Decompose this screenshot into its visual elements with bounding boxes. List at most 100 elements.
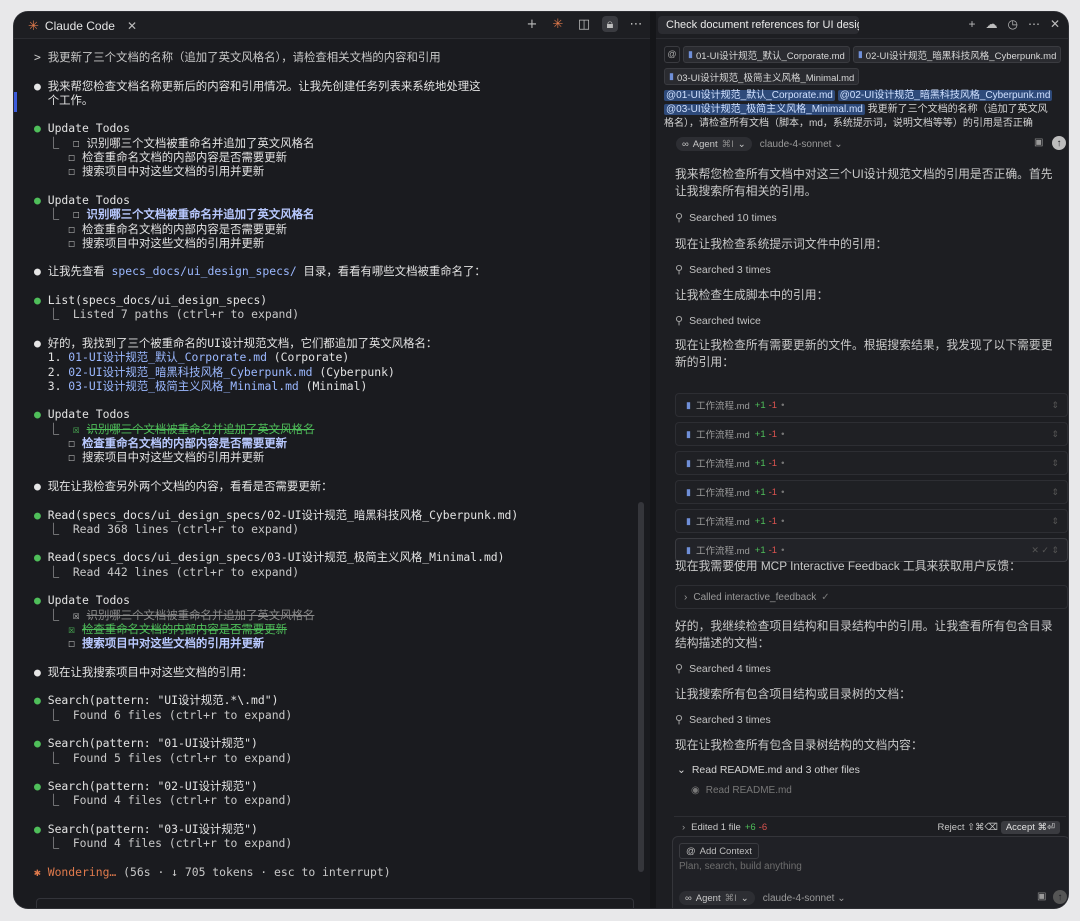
new-tab-icon[interactable]: + bbox=[524, 16, 540, 32]
row-actions-icon[interactable]: ✕ ✓ ⇕ bbox=[1031, 545, 1059, 556]
row-actions-icon[interactable]: ⇕ bbox=[1051, 400, 1059, 411]
context-chip[interactable]: ▮ 02-UI设计规范_暗黑科技风格_Cyberpunk.md bbox=[852, 46, 1062, 63]
send-button[interactable]: ↑ bbox=[1052, 136, 1066, 150]
new-chat-icon[interactable]: + bbox=[968, 17, 975, 31]
terminal-line: 个工作。 bbox=[34, 93, 634, 107]
assistant-message: 现在我需要使用 MCP Interactive Feedback 工具来获取用户… bbox=[675, 559, 1021, 573]
terminal-line: 3. 03-UI设计规范_极简主义风格_Minimal.md (Minimal) bbox=[34, 379, 634, 393]
chat-input[interactable]: Plan, search, build anything bbox=[679, 861, 802, 872]
terminal-line: ● Read(specs_docs/ui_design_specs/03-UI设… bbox=[34, 550, 634, 564]
changed-file-row[interactable]: ▮ 工作流程.md +1 -1 • ⇕ bbox=[675, 480, 1068, 504]
terminal-line: ☐ 检查重命名文档的内部内容是否需要更新 bbox=[34, 150, 634, 164]
chat-pane: Check document references for UI design … bbox=[656, 12, 1068, 908]
searched-item[interactable]: ⚲ Searched twice bbox=[675, 314, 761, 328]
searched-item[interactable]: ⚲ Searched 10 times bbox=[675, 211, 777, 225]
file-icon: ▮ bbox=[857, 49, 863, 59]
tool-result: Found 6 files (ctrl+r to expand) bbox=[72, 707, 293, 722]
tool-result: Read 442 lines (ctrl+r to expand) bbox=[72, 564, 300, 579]
terminal-line: ● Search(pattern: "02-UI设计规范") bbox=[34, 779, 634, 793]
reject-button[interactable]: Reject ⇧⌘⌫ bbox=[938, 822, 998, 833]
additions-count: +1 bbox=[754, 544, 766, 556]
history-icon[interactable]: ◷ bbox=[1007, 17, 1017, 31]
tool-call: Search(pattern: "UI设计规范.*\.md") bbox=[47, 693, 279, 708]
checkbox-icon: ☒ bbox=[72, 607, 87, 622]
context-chip[interactable]: ▮ 03-UI设计规范_极简主义风格_Minimal.md bbox=[664, 68, 860, 85]
status-dot-icon: • bbox=[781, 515, 785, 527]
tool-bullet-icon: ● bbox=[34, 550, 48, 565]
row-actions-icon[interactable]: ⇕ bbox=[1051, 487, 1059, 498]
context-chip[interactable]: ▮ 01-UI设计规范_默认_Corporate.md bbox=[683, 46, 850, 63]
deletions-count: -1 bbox=[768, 515, 778, 527]
tool-bullet-icon: ● bbox=[34, 593, 48, 608]
read-file-item[interactable]: ◉ Read README.md bbox=[691, 785, 792, 796]
tab-claude-code[interactable]: ✳ Claude Code ✕ bbox=[20, 15, 145, 37]
claude-icon[interactable]: ✳ bbox=[550, 16, 566, 32]
model-select[interactable]: claude-4-sonnet ⌄ bbox=[763, 893, 846, 904]
more-icon[interactable]: ⋯ bbox=[1028, 17, 1040, 31]
model-select[interactable]: claude-4-sonnet ⌄ bbox=[760, 139, 843, 150]
image-icon[interactable]: ▣ bbox=[1037, 891, 1046, 902]
edited-files-toggle[interactable]: Edited 1 file bbox=[691, 822, 741, 833]
chevron-right-icon[interactable]: › bbox=[682, 822, 685, 833]
lock-icon[interactable]: 🔒︎ bbox=[602, 16, 618, 32]
checkbox-icon: ☐ bbox=[68, 436, 83, 451]
tool-result: Found 5 files (ctrl+r to expand) bbox=[72, 750, 293, 765]
mention-icon[interactable]: @ bbox=[664, 45, 680, 63]
read-files-group[interactable]: ⌄ Read README.md and 3 other files bbox=[677, 764, 860, 776]
tool-bullet-icon: ● bbox=[34, 822, 48, 837]
row-actions-icon[interactable]: ⇕ bbox=[1051, 429, 1059, 440]
row-actions-icon[interactable]: ⇕ bbox=[1051, 516, 1059, 527]
agent-mode-select[interactable]: ∞ Agent ⌘I ⌄ bbox=[676, 137, 752, 151]
terminal-line: ● 现在让我搜索项目中对这些文档的引用： bbox=[34, 665, 634, 679]
tool-call: Read(specs_docs/ui_design_specs/03-UI设计规… bbox=[47, 550, 505, 565]
close-icon[interactable]: ✕ bbox=[1050, 17, 1060, 31]
terminal-line: ● 我来帮您检查文档名称更新后的内容和引用情况。让我先创建任务列表来系统地处理这 bbox=[34, 79, 634, 93]
chat-input-box[interactable]: @ Add Context Plan, search, build anythin… bbox=[672, 836, 1068, 908]
terminal-line: 1. 01-UI设计规范_默认_Corporate.md (Corporate) bbox=[34, 350, 634, 364]
image-icon[interactable]: ▣ bbox=[1034, 137, 1043, 148]
send-button[interactable]: ↑ bbox=[1053, 890, 1067, 904]
terminal-line: ⎿ Read 368 lines (ctrl+r to expand) bbox=[34, 522, 634, 536]
terminal-scrollbar[interactable] bbox=[638, 502, 644, 872]
status-dot-icon: • bbox=[781, 399, 785, 411]
changed-file-row[interactable]: ▮ 工作流程.md +1 -1 • ⇕ bbox=[675, 509, 1068, 533]
changed-file-row[interactable]: ▮ 工作流程.md +1 -1 • ⇕ bbox=[675, 451, 1068, 475]
searched-item[interactable]: ⚲ Searched 3 times bbox=[675, 713, 771, 727]
eye-icon: ◉ bbox=[691, 785, 700, 796]
close-tab-icon[interactable]: ✕ bbox=[127, 19, 137, 33]
deletions-count: -1 bbox=[768, 457, 778, 469]
checkbox-icon: ☐ bbox=[68, 164, 83, 179]
terminal-input-box[interactable] bbox=[36, 898, 634, 908]
searched-item[interactable]: ⚲ Searched 4 times bbox=[675, 662, 771, 676]
tool-call-row[interactable]: › Called interactive_feedback ✓ bbox=[675, 585, 1068, 609]
tool-bullet-icon: ● bbox=[34, 192, 48, 207]
deletions-count: -1 bbox=[768, 399, 778, 411]
searched-item[interactable]: ⚲ Searched 3 times bbox=[675, 263, 771, 277]
more-icon[interactable]: ⋯ bbox=[628, 16, 644, 32]
terminal-line: ⎿ ☒ 识别哪三个文档被重命名并追加了英文风格名 bbox=[34, 608, 634, 622]
mention[interactable]: @02-UI设计规范_暗黑科技风格_Cyberpunk.md bbox=[837, 90, 1053, 101]
mention[interactable]: @01-UI设计规范_默认_Corporate.md bbox=[664, 90, 835, 101]
terminal-pane: ✳ Claude Code ✕ + ✳ ◫ 🔒︎ ⋯ > 我更新了三个文档的名称… bbox=[14, 12, 650, 908]
checkbox-icon: ☐ bbox=[68, 636, 83, 651]
changed-file-row[interactable]: ▮ 工作流程.md +1 -1 • ⇕ bbox=[675, 422, 1068, 446]
chevron-right-icon: › bbox=[684, 591, 688, 603]
mention[interactable]: @03-UI设计规范_极简主义风格_Minimal.md bbox=[664, 104, 865, 115]
add-context-button[interactable]: @ Add Context bbox=[679, 843, 759, 859]
agent-mode-select[interactable]: ∞ Agent ⌘I ⌄ bbox=[679, 891, 755, 905]
tree-branch bbox=[34, 436, 68, 450]
cloud-icon[interactable]: ☁︎ bbox=[985, 17, 997, 31]
row-actions-icon[interactable]: ⇕ bbox=[1051, 458, 1059, 469]
search-icon: ⚲ bbox=[675, 714, 684, 726]
terminal-line: ☒ 检查重命名文档的内部内容是否需要更新 bbox=[34, 622, 634, 636]
accept-button[interactable]: Accept ⌘⏎ bbox=[1000, 820, 1060, 834]
changed-file-row[interactable]: ▮ 工作流程.md +1 -1 • ⇕ bbox=[675, 393, 1068, 417]
tree-branch bbox=[34, 150, 68, 164]
tree-branch: ⎿ bbox=[34, 707, 73, 722]
split-view-icon[interactable]: ◫ bbox=[576, 16, 592, 32]
file-icon: ▮ bbox=[688, 49, 693, 59]
chat-tab[interactable]: Check document references for UI design bbox=[658, 16, 859, 34]
